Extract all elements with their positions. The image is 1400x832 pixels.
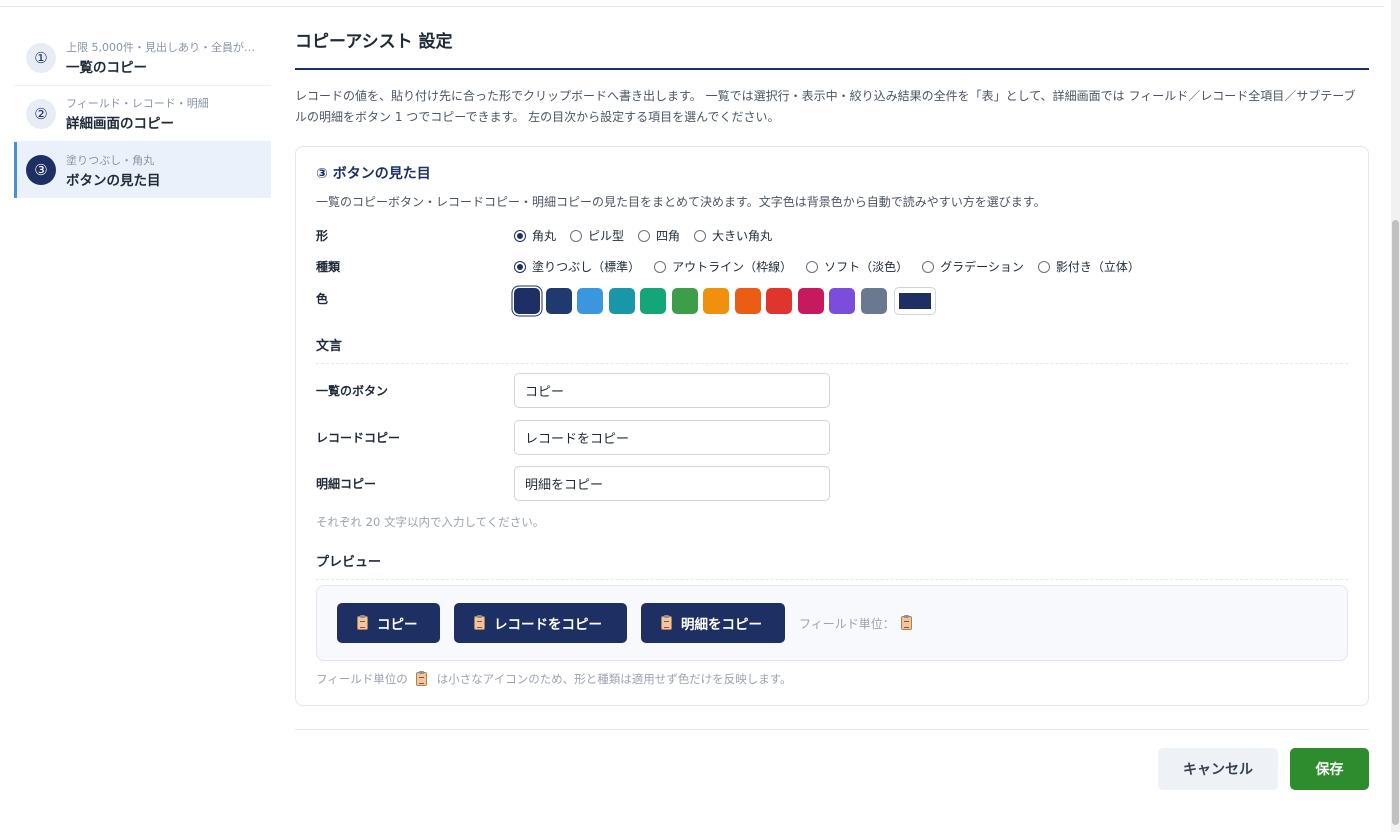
card-title: ③ ボタンの見た目: [316, 166, 431, 182]
shape-label: 形: [316, 229, 329, 243]
field-clipboard-icon[interactable]: [900, 615, 912, 630]
custom-color-preview: [899, 293, 931, 309]
sidebar-item-detail-copy[interactable]: ② フィールド・レコード・明細 詳細画面のコピー: [14, 86, 271, 142]
list-button-label: 一覧のボタン: [316, 384, 389, 398]
shape-option-pill[interactable]: ピル型: [570, 227, 624, 244]
clipboard-icon: [415, 671, 427, 686]
color-swatch[interactable]: [797, 288, 824, 314]
color-swatch[interactable]: [640, 288, 666, 314]
preview-record-copy-button[interactable]: レコードをコピー: [454, 603, 627, 643]
sidebar-item-label: 一覧のコピー: [66, 60, 147, 76]
sidebar-item-label: ボタンの見た目: [66, 172, 161, 189]
sidebar-item-subtitle: 塗りつぶし・角丸: [66, 153, 155, 167]
color-swatch[interactable]: [860, 288, 887, 314]
sidebar-item-list-copy[interactable]: ① 上限 5,000件・見出しあり・全員が… 一覧のコピー: [14, 30, 271, 86]
radio-unchecked-icon[interactable]: [570, 229, 583, 242]
color-swatch-group: [514, 287, 936, 315]
shape-option-rounded[interactable]: 角丸: [514, 227, 556, 244]
footer-divider: [295, 729, 1369, 730]
color-swatch[interactable]: [545, 288, 572, 314]
color-label: 色: [316, 291, 329, 306]
scrollbar-thumb[interactable]: [1392, 220, 1399, 825]
record-copy-text-input[interactable]: [514, 420, 830, 455]
record-copy-row: レコードコピー: [316, 420, 830, 455]
detail-copy-text-input[interactable]: [514, 466, 830, 501]
kind-option-gradient[interactable]: グラデーション: [922, 258, 1024, 275]
detail-copy-label: 明細コピー: [316, 477, 377, 491]
step-number-badge: ②: [26, 98, 56, 129]
custom-color-picker[interactable]: [894, 287, 936, 315]
preview-field-unit: フィールド単位：: [799, 615, 912, 632]
shape-radio-group: 角丸 ピル型 四角 大きい角丸: [514, 227, 786, 244]
clipboard-icon: [474, 615, 485, 630]
radio-unchecked-icon[interactable]: [694, 229, 707, 242]
color-swatch[interactable]: [829, 288, 855, 314]
shape-option-square[interactable]: 四角: [638, 227, 680, 244]
page-title: コピーアシスト 設定: [295, 30, 1369, 70]
kind-option-shadow[interactable]: 影付き（立体）: [1037, 258, 1140, 275]
step-number-badge: ①: [26, 42, 56, 73]
top-border: [0, 0, 1384, 7]
color-swatch[interactable]: [514, 288, 540, 314]
wording-heading: 文言: [316, 335, 1348, 364]
radio-unchecked-icon[interactable]: [922, 260, 935, 273]
radio-unchecked-icon[interactable]: [654, 260, 667, 273]
card-description: 一覧のコピーボタン・レコードコピー・明細コピーの見た目をまとめて決めます。文字色…: [316, 195, 1046, 209]
sidebar-item-label: 詳細画面のコピー: [66, 116, 174, 132]
list-button-row: 一覧のボタン: [316, 373, 830, 408]
preview-detail-copy-button[interactable]: 明細をコピー: [641, 603, 785, 643]
clipboard-icon: [661, 615, 672, 630]
sidebar-item-button-appearance[interactable]: ③ 塗りつぶし・角丸 ボタンの見た目: [14, 142, 271, 198]
list-button-text-input[interactable]: [514, 373, 830, 408]
radio-unchecked-icon[interactable]: [638, 229, 651, 242]
radio-checked-icon[interactable]: [514, 229, 526, 242]
kind-label: 種類: [316, 260, 341, 274]
color-swatch[interactable]: [703, 288, 729, 314]
radio-checked-icon[interactable]: [514, 260, 526, 273]
intro-text: レコードの値を、貼り付け先に合った形でクリップボードへ書き出します。 一覧では選…: [295, 89, 1356, 124]
step-number-badge: ③: [26, 155, 56, 185]
color-row: 色: [316, 287, 936, 315]
kind-row: 種類 塗りつぶし（標準） アウトライン（枠線） ソフト（淡色） グラデーション …: [316, 258, 1154, 275]
record-copy-label: レコードコピー: [316, 431, 401, 445]
color-swatch[interactable]: [577, 288, 603, 314]
kind-option-soft[interactable]: ソフト（淡色）: [806, 258, 908, 275]
preview-heading: プレビュー: [316, 551, 1348, 580]
color-swatch[interactable]: [608, 288, 635, 314]
sidebar-nav: ① 上限 5,000件・見出しあり・全員が… 一覧のコピー ② フィールド・レコ…: [14, 30, 271, 198]
radio-unchecked-icon[interactable]: [806, 260, 819, 273]
vertical-scrollbar[interactable]: [1391, 0, 1400, 832]
cancel-button[interactable]: キャンセル: [1158, 748, 1278, 790]
color-swatch[interactable]: [671, 288, 698, 314]
sidebar-item-subtitle: フィールド・レコード・明細: [66, 97, 209, 110]
save-button[interactable]: 保存: [1290, 748, 1369, 790]
preview-copy-button[interactable]: コピー: [337, 603, 440, 643]
kind-option-outline[interactable]: アウトライン（枠線）: [654, 258, 792, 275]
button-appearance-card: ③ ボタンの見た目 一覧のコピーボタン・レコードコピー・明細コピーの見た目をまと…: [295, 146, 1369, 706]
color-swatch[interactable]: [766, 288, 792, 314]
shape-row: 形 角丸 ピル型 四角 大きい角丸: [316, 227, 786, 244]
sidebar-item-subtitle: 上限 5,000件・見出しあり・全員が…: [66, 41, 255, 54]
wording-hint: それぞれ 20 文字以内で入力してください。: [316, 515, 545, 529]
radio-unchecked-icon[interactable]: [1037, 260, 1050, 273]
color-swatch[interactable]: [734, 288, 761, 314]
shape-option-large-rounded[interactable]: 大きい角丸: [694, 227, 772, 244]
main-content: コピーアシスト 設定 レコードの値を、貼り付け先に合った形でクリップボードへ書き…: [295, 30, 1369, 706]
kind-option-filled[interactable]: 塗りつぶし（標準）: [514, 258, 640, 275]
clipboard-icon: [357, 615, 368, 630]
kind-radio-group: 塗りつぶし（標準） アウトライン（枠線） ソフト（淡色） グラデーション 影付き…: [514, 258, 1154, 275]
detail-copy-row: 明細コピー: [316, 466, 830, 501]
preview-area: コピー レコードをコピー 明細をコピー フィールド単位：: [316, 585, 1348, 661]
preview-note: フィールド単位の は小さなアイコンのため、形と種類は適用せず色だけを反映します。: [316, 671, 792, 686]
